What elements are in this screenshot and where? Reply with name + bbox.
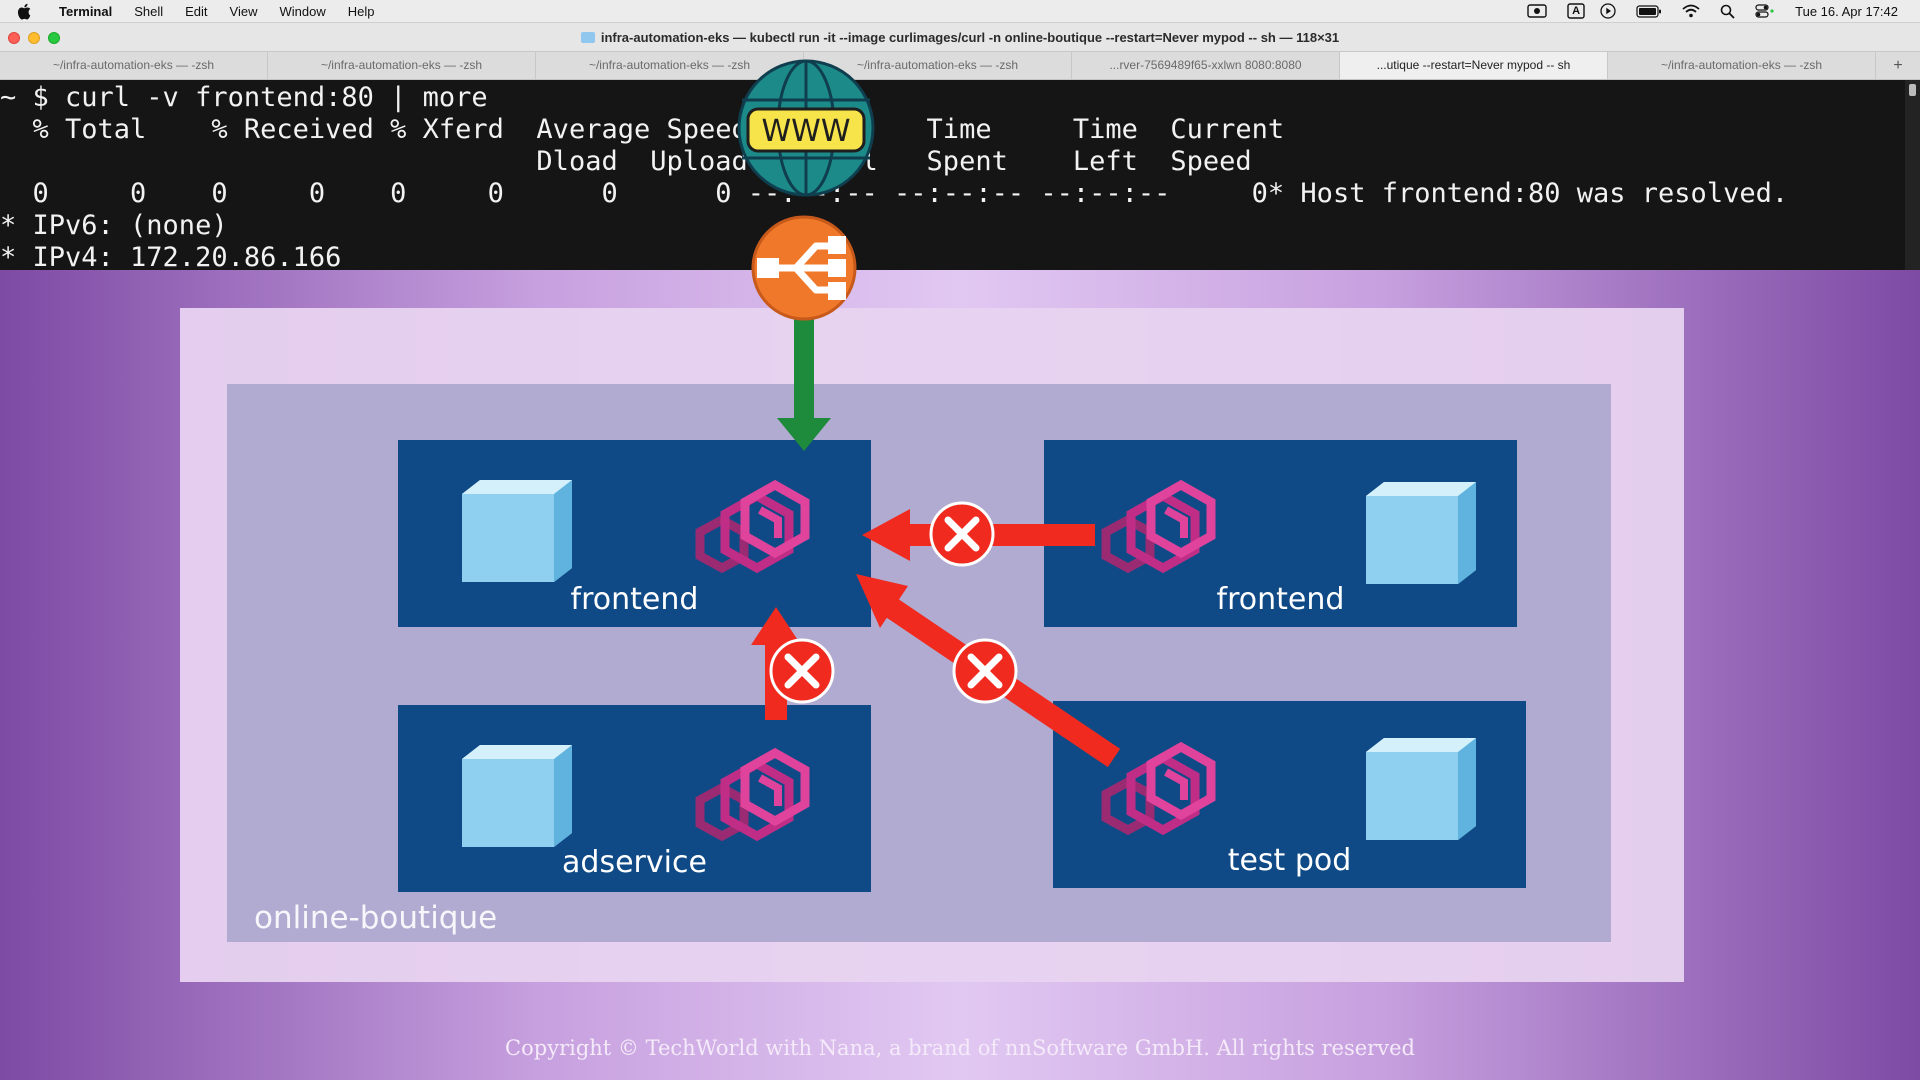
k8s-pod-icon bbox=[1106, 747, 1211, 830]
blocked-x-icon bbox=[931, 503, 993, 565]
container-cube-icon bbox=[462, 480, 572, 582]
k8s-pod-icon bbox=[1106, 485, 1211, 568]
www-globe-icon: WWW bbox=[737, 59, 875, 197]
diagram-overlay: WWW bbox=[462, 59, 1476, 847]
allowed-ingress-arrow bbox=[777, 318, 831, 451]
container-cube-icon bbox=[1366, 482, 1476, 584]
container-cube-icon bbox=[1366, 738, 1476, 840]
blocked-x-icon bbox=[771, 640, 833, 702]
container-cube-icon bbox=[462, 745, 572, 847]
k8s-pod-icon bbox=[700, 485, 805, 568]
www-label: WWW bbox=[762, 114, 851, 149]
load-balancer-icon bbox=[751, 215, 857, 321]
blocked-x-icon bbox=[954, 640, 1016, 702]
k8s-pod-icon bbox=[700, 753, 805, 836]
